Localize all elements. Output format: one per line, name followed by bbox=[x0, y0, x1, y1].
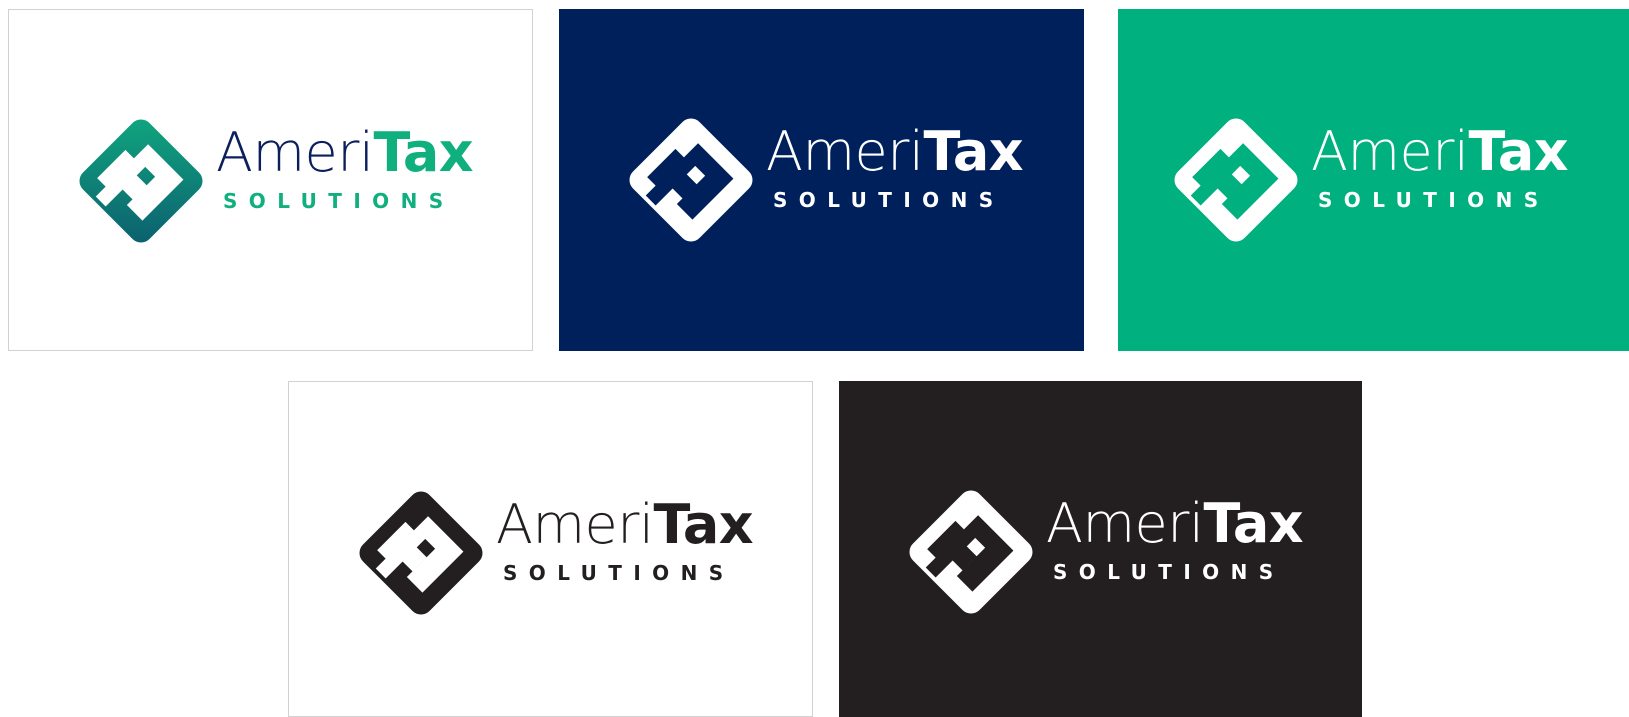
wordmark: AmeriTax SOLUTIONS bbox=[496, 498, 754, 588]
brand-tagline: SOLUTIONS bbox=[1318, 188, 1550, 212]
brand-name-bold: Tax bbox=[1468, 120, 1569, 183]
logo-card-full-color: AmeriTax SOLUTIONS bbox=[8, 9, 533, 351]
brand-name-bold: Tax bbox=[1203, 492, 1304, 555]
wordmark: AmeriTax SOLUTIONS bbox=[766, 125, 1024, 215]
wordmark: AmeriTax SOLUTIONS bbox=[1311, 125, 1569, 215]
mark-shape bbox=[359, 491, 483, 615]
wordmark: AmeriTax SOLUTIONS bbox=[216, 126, 474, 216]
mark-shape bbox=[1174, 118, 1298, 242]
brand-tagline: SOLUTIONS bbox=[773, 188, 1005, 212]
logo-card-black-on-white: AmeriTax SOLUTIONS bbox=[288, 381, 813, 717]
brand-name-light: Ameri bbox=[496, 493, 654, 556]
brand-tagline: SOLUTIONS bbox=[503, 561, 735, 585]
mark-shape bbox=[79, 119, 203, 243]
brand-name-light: Ameri bbox=[1311, 120, 1469, 183]
brand-name: AmeriTax bbox=[1311, 125, 1569, 179]
logo-card-white-on-black: AmeriTax SOLUTIONS bbox=[839, 381, 1362, 717]
ameritax-mark-icon bbox=[909, 490, 1033, 614]
brand-name-bold: Tax bbox=[923, 120, 1024, 183]
ameritax-mark-icon bbox=[1174, 118, 1298, 242]
brand-name: AmeriTax bbox=[766, 125, 1024, 179]
logo-card-green: AmeriTax SOLUTIONS bbox=[1118, 9, 1629, 351]
ameritax-mark-icon bbox=[629, 118, 753, 242]
ameritax-logo: AmeriTax SOLUTIONS bbox=[356, 488, 754, 618]
brand-name-light: Ameri bbox=[1046, 492, 1204, 555]
ameritax-logo: AmeriTax SOLUTIONS bbox=[76, 116, 474, 246]
ameritax-logo: AmeriTax SOLUTIONS bbox=[1171, 115, 1569, 245]
mark-shape bbox=[629, 118, 753, 242]
ameritax-logo: AmeriTax SOLUTIONS bbox=[626, 115, 1024, 245]
brand-name: AmeriTax bbox=[1046, 497, 1304, 551]
brand-tagline: SOLUTIONS bbox=[1053, 560, 1285, 584]
brand-name-bold: Tax bbox=[373, 121, 474, 184]
wordmark: AmeriTax SOLUTIONS bbox=[1046, 497, 1304, 587]
ameritax-mark-icon bbox=[359, 491, 483, 615]
brand-name-light: Ameri bbox=[216, 121, 374, 184]
mark-shape bbox=[909, 490, 1033, 614]
logo-card-navy: AmeriTax SOLUTIONS bbox=[559, 9, 1084, 351]
brand-name-light: Ameri bbox=[766, 120, 924, 183]
brand-name: AmeriTax bbox=[496, 498, 754, 552]
ameritax-mark-icon bbox=[79, 119, 203, 243]
brand-name: AmeriTax bbox=[216, 126, 474, 180]
brand-name-bold: Tax bbox=[653, 493, 754, 556]
ameritax-logo: AmeriTax SOLUTIONS bbox=[906, 487, 1304, 617]
brand-tagline: SOLUTIONS bbox=[223, 189, 455, 213]
